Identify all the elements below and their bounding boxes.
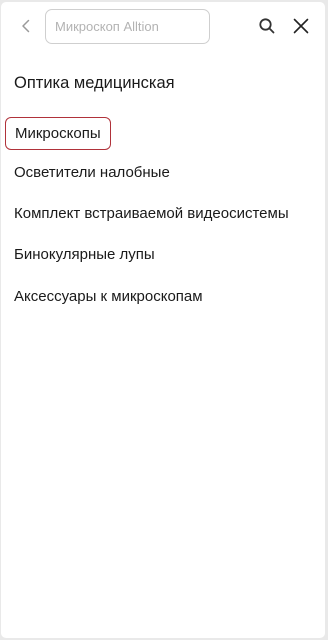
menu-item-video-system-kit[interactable]: Комплект встраиваемой видеосистемы (14, 205, 289, 222)
category-menu-panel: Оптика медицинская Микроскопы Осветители… (1, 2, 325, 638)
menu-item-binocular-loupes[interactable]: Бинокулярные лупы (14, 246, 155, 263)
close-button[interactable] (288, 15, 314, 41)
search-header (1, 2, 325, 54)
search-input[interactable] (55, 19, 200, 34)
search-field[interactable] (45, 9, 210, 44)
chevron-left-icon (18, 18, 34, 39)
menu-item-microscopes[interactable]: Микроскопы (5, 117, 111, 150)
section-title: Оптика медицинская (14, 74, 175, 92)
menu-item-microscope-accessories[interactable]: Аксессуары к микроскопам (14, 288, 203, 305)
search-button[interactable] (254, 15, 280, 41)
menu-item-headlights[interactable]: Осветители налобные (14, 164, 170, 181)
search-icon (258, 17, 276, 40)
close-icon (292, 17, 310, 40)
back-button[interactable] (13, 15, 39, 41)
